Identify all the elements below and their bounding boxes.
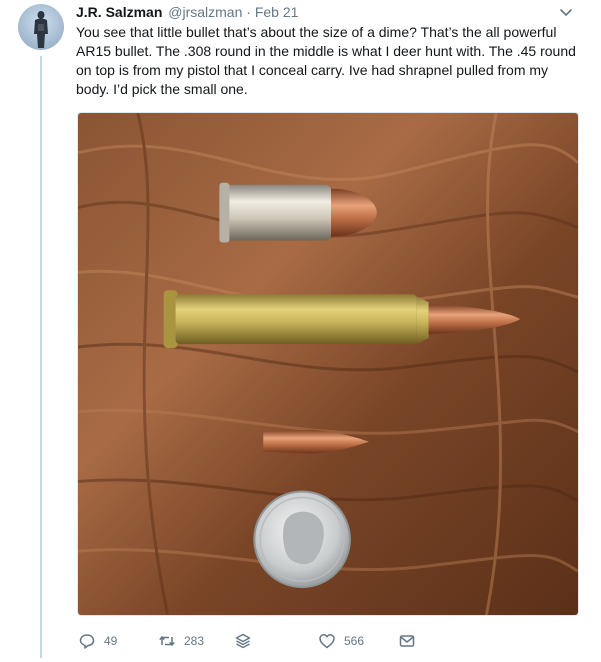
reply-count: 49 bbox=[104, 634, 118, 648]
retweet-count: 283 bbox=[184, 634, 205, 648]
bullets-on-wood-photo bbox=[78, 113, 578, 615]
envelope-icon bbox=[399, 635, 415, 647]
tweet-text: You see that little bullet that’s about … bbox=[76, 24, 576, 97]
author-avatar[interactable] bbox=[18, 4, 64, 50]
retweet-icon bbox=[159, 635, 175, 647]
dime-coin bbox=[253, 490, 351, 589]
like-count: 566 bbox=[344, 634, 365, 648]
reply-icon bbox=[79, 634, 95, 649]
like-button[interactable]: 566 bbox=[318, 630, 364, 652]
chevron-down-icon[interactable] bbox=[557, 4, 575, 22]
tweet-date[interactable]: Feb 21 bbox=[255, 4, 299, 20]
retweet-button[interactable]: 283 bbox=[158, 630, 204, 652]
layers-button[interactable] bbox=[234, 630, 260, 652]
tweet-photo[interactable] bbox=[77, 112, 579, 616]
author-name[interactable]: J.R. Salzman bbox=[76, 4, 162, 20]
reply-button[interactable]: 49 bbox=[78, 630, 117, 652]
layers-icon bbox=[235, 633, 251, 649]
author-handle[interactable]: @jrsalzman bbox=[168, 4, 242, 20]
tweet-actions: 49 283 566 bbox=[78, 630, 458, 652]
direct-message-button[interactable] bbox=[398, 630, 424, 652]
heart-icon bbox=[319, 634, 335, 649]
pistol-round-45 bbox=[219, 182, 377, 243]
avatar-figure-icon bbox=[34, 11, 48, 48]
tweet-header: J.R. Salzman @jrsalzman · Feb 21 bbox=[76, 4, 581, 24]
header-separator: · bbox=[246, 4, 251, 20]
thread-connector-line bbox=[40, 56, 42, 658]
